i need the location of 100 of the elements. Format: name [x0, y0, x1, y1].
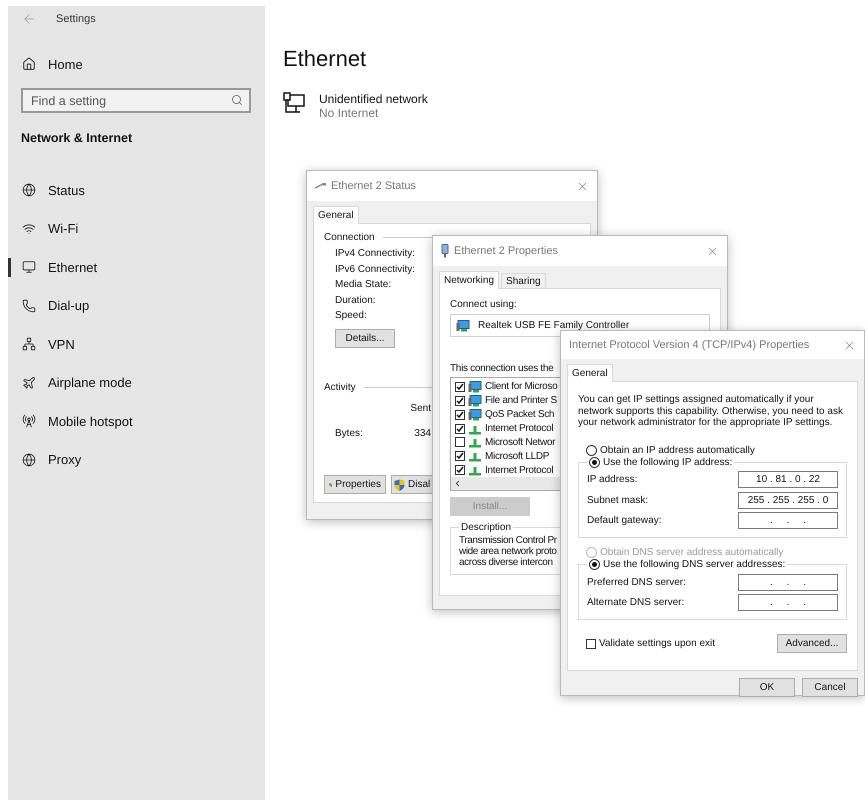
- nav-label: Dial-up: [48, 298, 90, 314]
- details-button[interactable]: Details...: [335, 328, 395, 348]
- checkbox[interactable]: [455, 437, 465, 448]
- list-item[interactable]: Microsoft Networ: [485, 436, 556, 448]
- field-label: IP address:: [587, 474, 638, 486]
- nav-item[interactable]: Proxy: [8, 440, 265, 479]
- dialog-button[interactable]: OK: [739, 678, 795, 697]
- shield-icon: [394, 478, 405, 490]
- radio-button[interactable]: [586, 444, 597, 456]
- nav-item[interactable]: Mobile hotspot: [8, 402, 265, 440]
- protocol-icon: [468, 464, 482, 476]
- list-item[interactable]: Internet Protocol: [485, 464, 554, 476]
- field-label: Subnet mask:: [587, 494, 650, 506]
- tab[interactable]: General: [313, 206, 359, 224]
- shield-button[interactable]: Properties: [324, 475, 386, 494]
- field-label: IPv6 Connectivity:: [335, 262, 416, 276]
- ip-field[interactable]: . . .: [738, 594, 838, 612]
- window-title: Internet Protocol Version 4 (TCP/IPv4) Properties: [569, 339, 810, 351]
- list-item[interactable]: File and Printer S: [485, 395, 557, 406]
- field-label: Preferred DNS server:: [587, 576, 687, 588]
- nav-label: Airplane mode: [48, 375, 132, 390]
- nav-label: VPN: [48, 336, 75, 352]
- globe-icon: [22, 183, 36, 198]
- radio-button[interactable]: [589, 559, 600, 570]
- section-heading: Network & Internet: [21, 131, 134, 145]
- checkbox-label: Validate settings upon exit: [599, 638, 716, 649]
- network-status: No Internet: [319, 106, 380, 120]
- ip-field[interactable]: . . .: [738, 574, 838, 591]
- field-label: Default gateway:: [587, 515, 662, 526]
- checkbox[interactable]: [455, 382, 465, 392]
- phone-icon: [22, 298, 36, 313]
- checkbox[interactable]: [455, 465, 465, 476]
- nav-item[interactable]: VPN: [8, 325, 265, 364]
- checkbox[interactable]: [455, 451, 465, 462]
- field-label: Alternate DNS server:: [587, 597, 686, 608]
- window-title: Ethernet 2 Status: [331, 180, 417, 192]
- ip-field[interactable]: 255 . 255 . 255 . 0: [738, 492, 838, 509]
- field-label: Bytes:: [335, 428, 364, 438]
- protocol-icon: [468, 450, 482, 462]
- ip-field[interactable]: 10 . 81 . 0 . 22: [738, 471, 838, 488]
- antenna-icon: [22, 414, 36, 428]
- checkbox[interactable]: [455, 410, 465, 420]
- tab[interactable]: Networking: [439, 271, 500, 289]
- network-computer-icon: [468, 380, 482, 393]
- nav-item[interactable]: Dial-up: [8, 286, 265, 325]
- description-line: Transmission Control Pr: [459, 535, 557, 546]
- shield-button[interactable]: Disal: [391, 475, 433, 494]
- list-item[interactable]: Client for Microso: [485, 381, 558, 392]
- bytes-value: 334: [413, 428, 431, 438]
- list-item[interactable]: Microsoft LLDP: [485, 450, 550, 462]
- nav-item[interactable]: Ethernet: [8, 248, 265, 286]
- field-label: Connect using:: [450, 299, 517, 310]
- nav-label: Status: [48, 182, 85, 198]
- checkbox[interactable]: [586, 638, 596, 648]
- radio-label: Obtain an IP address automatically: [600, 444, 755, 456]
- app-title: Settings: [56, 13, 96, 25]
- nav-item[interactable]: Status: [8, 171, 265, 210]
- nav-item[interactable]: Airplane mode: [8, 364, 265, 402]
- protocol-icon: [468, 436, 482, 448]
- home-link[interactable]: Home: [22, 52, 265, 76]
- network-computer-icon: [468, 394, 482, 407]
- group-heading: Description: [461, 522, 512, 533]
- page-title: Ethernet: [283, 46, 368, 72]
- adapter-icon: [441, 244, 449, 258]
- network-name: Unidentified network: [319, 92, 428, 106]
- advanced-button[interactable]: Advanced...: [777, 634, 847, 653]
- network-icon: [22, 337, 36, 352]
- list-item[interactable]: QoS Packet Sch: [485, 409, 554, 420]
- nav-label: Ethernet: [48, 260, 98, 275]
- tab[interactable]: General: [567, 364, 613, 382]
- sent-label: Sent: [409, 402, 431, 414]
- search-field[interactable]: Find a setting: [21, 88, 251, 113]
- network-computer-icon: [456, 320, 470, 332]
- nav-item[interactable]: Wi-Fi: [8, 210, 265, 248]
- list-item[interactable]: Internet Protocol: [485, 423, 554, 434]
- search-icon: [231, 94, 243, 106]
- radio-label: Use the following DNS server addresses:: [603, 559, 786, 570]
- cable-icon: [315, 183, 326, 189]
- nav-label: Mobile hotspot: [48, 414, 133, 429]
- ip-field[interactable]: . . .: [738, 512, 838, 530]
- intro-text: You can get IP settings assigned automatically if your network supports this capability. Otherwise, you need to ask your network administrator for the appropriate IP settings.: [578, 394, 844, 428]
- home-icon: [22, 57, 36, 71]
- field-label: Media State:: [335, 278, 392, 292]
- nav-label: Proxy: [48, 452, 82, 468]
- checkbox[interactable]: [455, 396, 465, 406]
- scroll-left-icon[interactable]: [453, 479, 462, 488]
- dialog-button[interactable]: Cancel: [802, 678, 858, 697]
- list-label: This connection uses the: [450, 363, 554, 374]
- radio-label: Obtain DNS server address automatically: [600, 547, 784, 558]
- tab[interactable]: Sharing: [501, 273, 546, 289]
- checkbox[interactable]: [455, 424, 465, 434]
- window-title: Ethernet 2 Properties: [454, 245, 559, 257]
- home-label: Home: [48, 56, 83, 72]
- description-line: wide area network proto: [459, 546, 557, 557]
- adapter-name: Realtek USB FE Family Controller: [478, 320, 630, 331]
- field-label: IPv4 Connectivity:: [335, 247, 416, 261]
- radio-button[interactable]: [589, 456, 600, 468]
- description-line: across diverse intercon: [459, 557, 553, 568]
- field-label: Duration:: [335, 294, 376, 308]
- ethernet-icon: [283, 92, 305, 114]
